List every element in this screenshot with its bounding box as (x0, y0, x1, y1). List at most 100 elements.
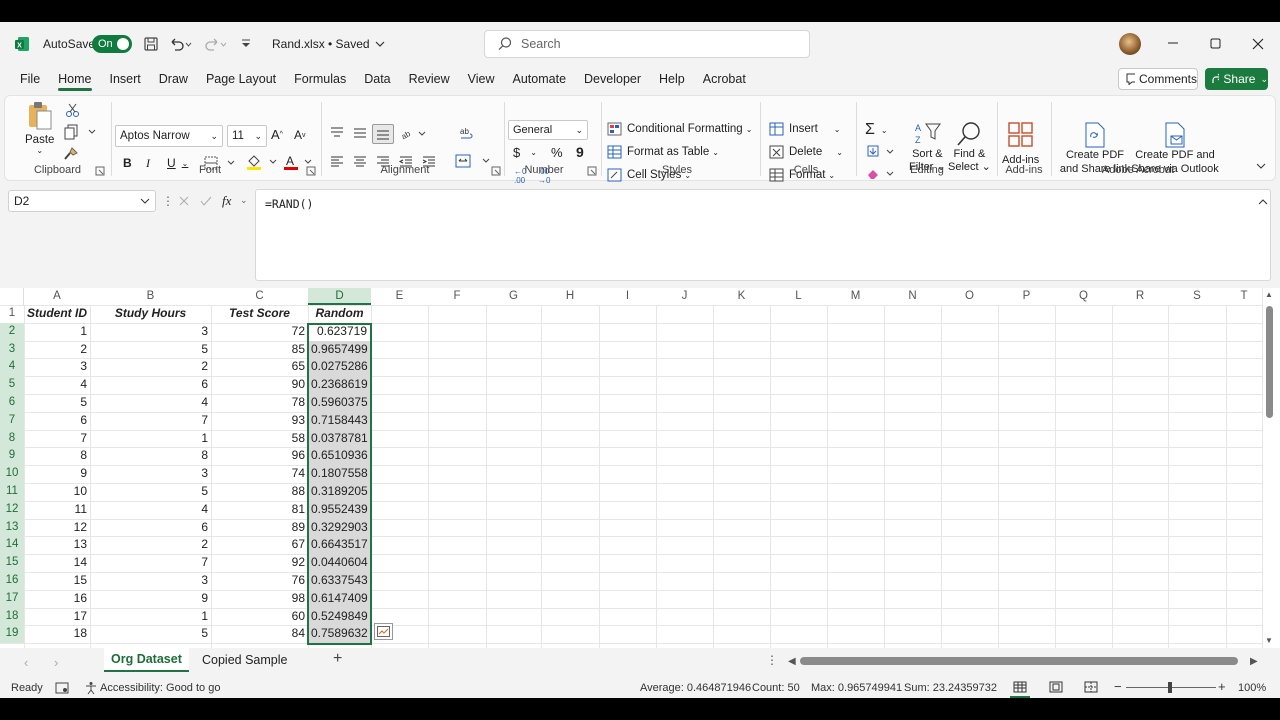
data-cell[interactable]: 0.2368619 (308, 376, 371, 394)
data-cell[interactable]: 4 (24, 376, 90, 394)
normal-view-icon[interactable] (1010, 678, 1030, 698)
zoom-slider-thumb[interactable] (1168, 682, 1172, 693)
data-cell[interactable]: 2 (90, 358, 211, 376)
cancel-entry-icon[interactable] (178, 195, 190, 210)
avatar[interactable] (1119, 33, 1141, 55)
percent-icon[interactable]: % (551, 145, 563, 160)
data-cell[interactable]: 0.6147409 (308, 590, 371, 608)
data-cell[interactable]: 2 (24, 341, 90, 359)
column-header[interactable]: M (827, 288, 884, 305)
data-cell[interactable]: 84 (211, 625, 308, 643)
chevron-down-icon[interactable]: ⌄ (240, 195, 248, 206)
insert-cells-button[interactable]: Insert ⌄ (769, 122, 840, 136)
data-cell[interactable]: 17 (24, 608, 90, 626)
data-cell[interactable]: 98 (211, 590, 308, 608)
tab-developer[interactable]: Developer (575, 66, 650, 92)
data-cell[interactable]: 9 (24, 465, 90, 483)
data-cell[interactable]: 72 (211, 323, 308, 341)
file-title[interactable]: Rand.xlsx • Saved (272, 37, 386, 51)
tab-splitter-icon[interactable]: ⋮ (766, 653, 778, 667)
data-cell[interactable]: 76 (211, 572, 308, 590)
comments-button[interactable]: Comments (1118, 68, 1198, 90)
paste-button[interactable]: Paste ⌄ (25, 101, 54, 155)
number-format-select[interactable]: General ⌄ (508, 120, 588, 140)
currency-icon[interactable]: $ ⌄ (513, 145, 537, 160)
data-cell[interactable]: 11 (24, 501, 90, 519)
insert-function-icon[interactable]: fx (222, 193, 231, 209)
column-header[interactable]: H (541, 288, 599, 305)
clipboard-launcher-icon[interactable] (95, 166, 105, 176)
data-cell[interactable]: 0.6643517 (308, 536, 371, 554)
column-header[interactable]: R (1112, 288, 1168, 305)
sheet-tab-org-dataset[interactable]: Org Dataset (104, 648, 189, 672)
fill-icon[interactable] (865, 145, 895, 159)
autosum-icon[interactable]: Σ ⌄ (865, 121, 888, 139)
tab-view[interactable]: View (459, 66, 504, 92)
row-header[interactable]: 14 (0, 536, 24, 555)
customize-qat-icon[interactable] (240, 38, 252, 50)
tab-help[interactable]: Help (650, 66, 694, 92)
data-cell[interactable]: 74 (211, 465, 308, 483)
page-layout-view-icon[interactable] (1049, 681, 1063, 693)
data-cell[interactable]: 0.6337543 (308, 572, 371, 590)
font-launcher-icon[interactable] (306, 166, 316, 176)
column-header[interactable]: S (1168, 288, 1226, 305)
data-cell[interactable]: 7 (90, 412, 211, 430)
column-header[interactable]: E (371, 288, 428, 305)
cut-icon[interactable] (65, 102, 81, 118)
tab-insert[interactable]: Insert (101, 66, 150, 92)
select-all-corner[interactable] (0, 288, 24, 305)
data-cell[interactable]: 58 (211, 430, 308, 448)
next-sheet-icon[interactable]: › (54, 655, 58, 670)
data-cell[interactable]: 60 (211, 608, 308, 626)
undo-icon[interactable] (168, 36, 192, 52)
data-cell[interactable]: 0.5960375 (308, 394, 371, 412)
data-cell[interactable]: 0.7158443 (308, 412, 371, 430)
row-header[interactable]: 8 (0, 429, 24, 448)
data-cell[interactable]: 0.7589632 (308, 625, 371, 643)
column-header[interactable]: G (486, 288, 541, 305)
data-cell[interactable]: 7 (24, 430, 90, 448)
horizontal-scrollbar[interactable] (800, 657, 1238, 665)
row-header[interactable]: 6 (0, 394, 24, 412)
page-break-view-icon[interactable] (1084, 681, 1098, 693)
row-header[interactable]: 13 (0, 518, 24, 537)
accessibility-icon[interactable] (84, 681, 98, 695)
data-cell[interactable]: 93 (211, 412, 308, 430)
data-cell[interactable]: 12 (24, 519, 90, 537)
number-launcher-icon[interactable] (587, 166, 597, 176)
column-header[interactable]: B (90, 288, 211, 305)
add-sheet-icon[interactable]: + (333, 650, 342, 668)
scroll-up-icon[interactable]: ▲ (1265, 290, 1273, 299)
data-cell[interactable]: 0.3292903 (308, 519, 371, 537)
redo-icon[interactable] (203, 36, 227, 52)
data-cell[interactable]: 0.1807558 (308, 465, 371, 483)
data-cell[interactable]: 18 (24, 625, 90, 643)
tab-page-layout[interactable]: Page Layout (197, 66, 285, 92)
data-cell[interactable]: 78 (211, 394, 308, 412)
row-header[interactable]: 15 (0, 554, 24, 572)
macro-record-icon[interactable] (55, 682, 69, 694)
orientation-icon[interactable]: ab (399, 126, 429, 140)
decrease-font-icon[interactable]: Av (294, 128, 306, 142)
column-header[interactable]: Q (1055, 288, 1112, 305)
data-cell[interactable]: 1 (24, 323, 90, 341)
data-cell[interactable]: 5 (90, 625, 211, 643)
data-cell[interactable]: 0.0275286 (308, 358, 371, 376)
top-align-icon[interactable] (329, 126, 345, 140)
format-as-table-button[interactable]: Format as Table ⌄ (607, 145, 719, 159)
sheet-tab-copied-sample[interactable]: Copied Sample (195, 648, 294, 672)
scroll-down-icon[interactable]: ▼ (1265, 636, 1273, 645)
column-header[interactable]: K (713, 288, 770, 305)
data-cell[interactable]: 0.0440604 (308, 554, 371, 572)
data-cell[interactable]: 3 (90, 465, 211, 483)
data-cell[interactable]: 2 (90, 536, 211, 554)
column-header[interactable]: T (1226, 288, 1262, 305)
data-cell[interactable]: 15 (24, 572, 90, 590)
row-header[interactable]: 11 (0, 483, 24, 501)
row-header[interactable]: 2 (0, 322, 24, 341)
tab-formulas[interactable]: Formulas (285, 66, 355, 92)
tab-automate[interactable]: Automate (504, 66, 576, 92)
data-cell[interactable]: 0.5249849 (308, 608, 371, 626)
comma-style-icon[interactable]: 9 (576, 144, 584, 160)
